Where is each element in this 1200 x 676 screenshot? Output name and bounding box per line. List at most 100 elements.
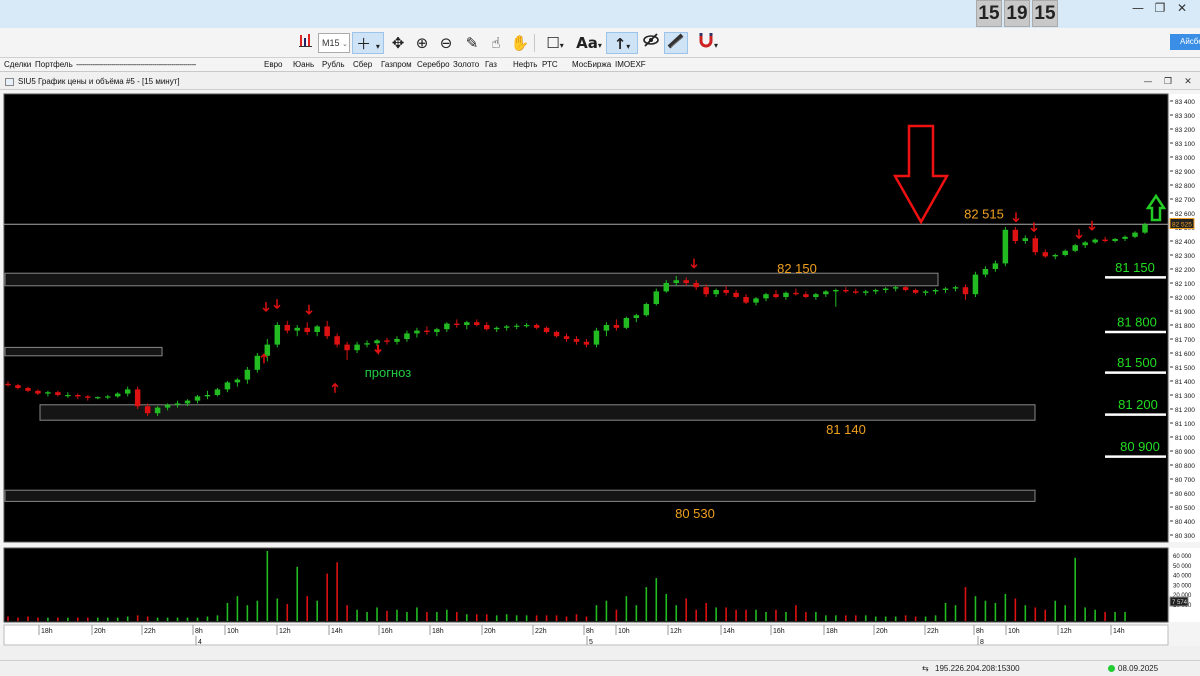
volume-bar [705, 602, 707, 621]
chart-restore-button[interactable]: ❐ [1160, 74, 1176, 90]
candle-body [334, 336, 340, 345]
tab-ruble[interactable]: Рубль [322, 58, 344, 71]
time-tick-label: 14h [331, 628, 343, 635]
time-tick-label: 22h [144, 628, 156, 635]
candle-body [823, 291, 829, 295]
chart-close-button[interactable]: ✕ [1180, 74, 1196, 90]
candle-body [763, 294, 769, 299]
iceberg-button[interactable]: Айсберг [1170, 34, 1200, 50]
tab-yuan[interactable]: Юань [293, 58, 314, 71]
candle-body [563, 336, 570, 339]
price-tick-label: 82 000 [1175, 295, 1195, 302]
candle-body [793, 292, 799, 295]
price-tick-label: 81 800 [1175, 323, 1195, 330]
candle-body [483, 325, 490, 330]
crosshair-icon[interactable]: ＋ ▾ [352, 32, 384, 54]
volume-bar [555, 615, 558, 621]
volume-bar [1034, 607, 1037, 621]
close-button[interactable]: ✕ [1162, 0, 1200, 18]
magnet-icon[interactable]: ▾ [692, 32, 724, 54]
tab-deals[interactable]: Сделки [4, 58, 31, 71]
price-tick-label: 81 900 [1175, 309, 1195, 316]
volume-bar [485, 614, 488, 621]
tab-silver[interactable]: Серебро [417, 58, 450, 71]
candle-body [45, 392, 51, 394]
candle-body [603, 325, 610, 331]
zoom-in-icon[interactable]: ⊕ [412, 32, 432, 54]
volume-bar [396, 609, 398, 621]
candle-body [493, 327, 500, 330]
tab-portfolio[interactable]: Портфель [35, 58, 73, 71]
tab-moex[interactable]: МосБиржа [572, 58, 611, 71]
clock-minutes: 19 [1004, 0, 1030, 27]
chart-window-title: SIU5 График цены и объёма #5 - [15 минут… [0, 74, 1200, 90]
candle-body [982, 269, 989, 275]
tab-oil[interactable]: Нефть [513, 58, 537, 71]
tab-euro[interactable]: Евро [264, 58, 282, 71]
candle-body [304, 327, 310, 332]
tab-gazprom[interactable]: Газпром [381, 58, 412, 71]
tab-gold[interactable]: Золото [453, 58, 479, 71]
candle-body [703, 287, 709, 295]
day-label: 5 [589, 639, 593, 646]
volume-bar [575, 614, 578, 621]
candle-body [104, 396, 111, 398]
price-volume-chart[interactable]: 83 400 83 300 83 200 83 100 83 000 82 900 82 8… [0, 90, 1200, 660]
candle-body [713, 290, 719, 295]
volume-bar [815, 611, 817, 621]
price-tick-label: 80 400 [1175, 519, 1195, 526]
candle-body [862, 291, 869, 293]
arrow-up-icon[interactable]: ↑▾ [606, 32, 638, 54]
tab-imoexf[interactable]: IMOEXF [615, 58, 646, 71]
volume-bar [1054, 600, 1057, 621]
candle-body [15, 385, 21, 388]
volume-bar [47, 617, 49, 621]
volume-bar [156, 617, 159, 621]
zoom-out-icon[interactable]: ⊖ [436, 32, 456, 54]
title-bar: 15 19 15 — ❐ ✕ [0, 0, 1200, 28]
text-tool-icon[interactable]: Aa▾ [574, 32, 604, 54]
chart-type-icon[interactable] [296, 32, 316, 54]
ruler-icon[interactable] [664, 32, 688, 54]
current-volume-label: 7 574 [1172, 600, 1188, 606]
candle-body [454, 323, 460, 325]
tab-rts[interactable]: РТС [542, 58, 558, 71]
volume-bar [635, 605, 638, 621]
hand-pointer-icon[interactable]: ☝ [486, 32, 506, 54]
candle-body [134, 389, 141, 407]
volume-bar [17, 617, 19, 621]
candle-body [922, 291, 929, 293]
timeframe-select[interactable]: M15 ⌄ [318, 33, 350, 53]
hide-eye-icon[interactable] [640, 32, 662, 54]
chart-minimize-button[interactable]: — [1140, 74, 1156, 90]
volume-tick-label: 60 000 [1173, 554, 1192, 560]
volume-bar [416, 607, 418, 621]
target-level-label: 80 900 [1120, 439, 1160, 454]
candle-body [723, 290, 729, 293]
candle-body [65, 395, 71, 397]
volume-bar [276, 598, 279, 621]
time-tick-label: 14h [723, 628, 735, 635]
drawing-toolbar: M15 ⌄ ＋ ▾ ✥ ⊕ ⊖ ✎ ☝ ✋ ☐▾ Aa▾ ↑▾ ▾ [0, 28, 1200, 58]
pencil-icon[interactable]: ✎ [462, 32, 482, 54]
tab-sber[interactable]: Сбер [353, 58, 372, 71]
volume-bar [366, 611, 368, 621]
price-tick-label: 83 100 [1175, 141, 1195, 148]
tab-separator: ----------------------------------------… [76, 60, 196, 69]
candle-body [244, 369, 251, 380]
rectangle-icon[interactable]: ☐▾ [540, 32, 570, 54]
volume-bar [67, 617, 69, 621]
volume-bar [256, 600, 259, 621]
price-tick-label: 82 700 [1175, 197, 1195, 204]
move-icon[interactable]: ✥ [388, 32, 408, 54]
tab-gas[interactable]: Газ [485, 58, 497, 71]
candle-body [75, 395, 81, 397]
price-tick-label: 82 300 [1175, 253, 1195, 260]
pan-hand-icon[interactable]: ✋ [510, 32, 530, 54]
volume-bar [326, 573, 328, 621]
candle-body [264, 344, 271, 356]
volume-bar [27, 616, 29, 621]
volume-bar [306, 596, 309, 621]
volume-bar [765, 611, 767, 621]
zone-label: 81 140 [826, 422, 866, 437]
